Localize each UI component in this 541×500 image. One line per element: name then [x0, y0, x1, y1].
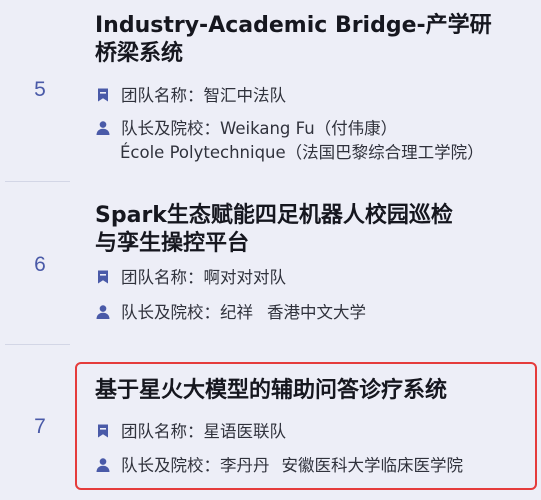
- team-list: Industry-Academic Bridge-产学研 桥梁系统 5 团队名称…: [0, 0, 541, 500]
- project-title-line: 桥梁系统: [95, 41, 184, 66]
- person-icon: [96, 121, 110, 135]
- bookmark-icon: [98, 88, 108, 102]
- leader-name: Weikang Fu（付伟康）: [220, 119, 398, 138]
- highlight-box: [75, 362, 537, 490]
- project-title: Spark生态赋能四足机器人校园巡检 与孪生操控平台: [95, 202, 453, 258]
- leader-line: 队长及院校：纪祥 香港中文大学: [95, 301, 366, 325]
- project-title: Industry-Academic Bridge-产学研 桥梁系统: [95, 12, 492, 68]
- leader-name: 纪祥: [220, 303, 253, 322]
- team-label: 团队名称：: [121, 86, 204, 105]
- person-icon: [96, 305, 110, 319]
- leader-label: 队长及院校：: [121, 119, 220, 138]
- school-name: 香港中文大学: [267, 303, 366, 322]
- project-title-line: Spark生态赋能四足机器人校园巡检: [95, 203, 453, 228]
- team-name-line: 团队名称：智汇中法队: [95, 84, 286, 108]
- row-number: 6: [34, 253, 46, 276]
- project-title-line: Industry-Academic Bridge-产学研: [95, 13, 492, 38]
- divider: [5, 181, 70, 182]
- bookmark-icon: [98, 270, 108, 284]
- list-item: Industry-Academic Bridge-产学研 桥梁系统 5 团队名称…: [0, 0, 541, 185]
- team-name: 啊对对对队: [203, 268, 287, 287]
- team-label: 团队名称：: [121, 268, 204, 287]
- school-name: École Polytechnique（法国巴黎综合理工学院）: [120, 143, 484, 162]
- row-number: 7: [34, 415, 46, 438]
- project-title-line: 与孪生操控平台: [95, 231, 250, 256]
- list-item: Spark生态赋能四足机器人校园巡检 与孪生操控平台 6 团队名称：啊对对对队 …: [0, 185, 541, 345]
- team-name-line: 团队名称：啊对对对队: [95, 266, 286, 290]
- row-number: 5: [34, 78, 46, 101]
- leader-line: 队长及院校：Weikang Fu（付伟康）: [95, 117, 397, 141]
- leader-label: 队长及院校：: [121, 303, 220, 322]
- team-name: 智汇中法队: [203, 86, 287, 105]
